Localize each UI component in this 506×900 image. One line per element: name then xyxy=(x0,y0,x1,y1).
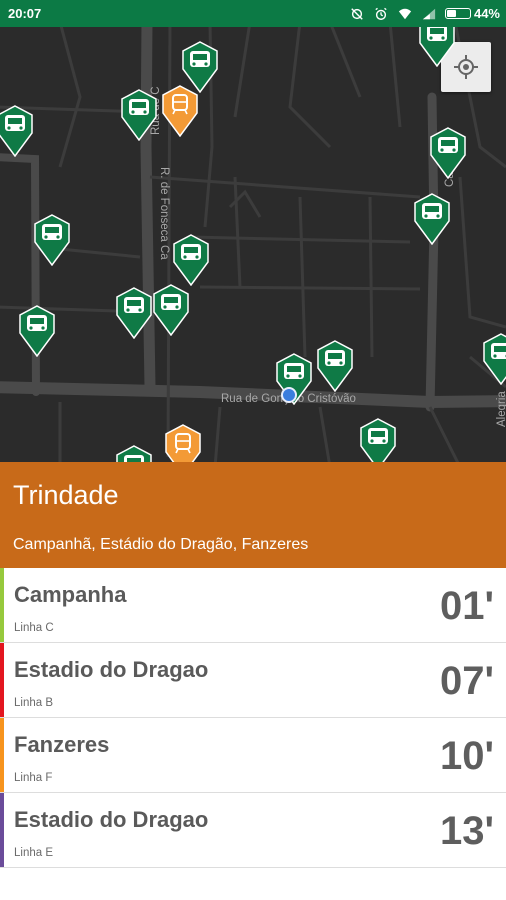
bus-stop-pin[interactable] xyxy=(152,284,190,337)
line-color-stripe xyxy=(0,793,4,867)
metro-stop-pin[interactable] xyxy=(161,85,199,138)
signal-icon xyxy=(422,8,436,19)
metro-stop-pin[interactable] xyxy=(164,424,202,462)
departure-eta: 10' xyxy=(439,734,494,778)
departure-line: Linha E xyxy=(14,847,54,859)
alarm-icon xyxy=(375,7,387,20)
departure-destination: Campanha xyxy=(14,582,127,607)
bus-icon xyxy=(414,193,450,246)
bus-icon xyxy=(430,127,466,180)
departure-destination: Estadio do Dragao xyxy=(14,807,209,832)
stop-destinations: Campanhã, Estádio do Dragão, Fanzeres xyxy=(13,536,309,553)
bus-stop-pin[interactable] xyxy=(33,214,71,267)
stop-name: Trindade xyxy=(13,480,119,510)
departure-line: Linha F xyxy=(14,772,53,784)
departure-eta: 13' xyxy=(439,809,494,853)
battery-indicator: 44% xyxy=(444,6,500,21)
metro-icon xyxy=(162,85,198,138)
departure-destination: Estadio do Dragao xyxy=(14,657,209,682)
bus-icon xyxy=(360,418,396,462)
bus-icon xyxy=(116,445,152,462)
bus-stop-pin[interactable] xyxy=(413,193,451,246)
bus-stop-pin[interactable] xyxy=(429,127,467,180)
bus-stop-pin[interactable] xyxy=(359,418,397,462)
bus-stop-pin[interactable] xyxy=(316,340,354,393)
status-time: 20:07 xyxy=(8,6,42,21)
bus-icon xyxy=(419,27,455,68)
street-label: Alegria xyxy=(496,391,506,427)
departure-eta: 07' xyxy=(439,659,494,703)
metro-icon xyxy=(165,424,201,462)
bus-stop-pin[interactable] xyxy=(0,105,34,158)
bus-icon xyxy=(121,89,157,142)
current-location-dot xyxy=(281,387,297,403)
line-color-stripe xyxy=(0,643,4,717)
bus-stop-pin[interactable] xyxy=(115,287,153,340)
departure-line: Linha B xyxy=(14,697,54,709)
bus-icon xyxy=(0,105,33,158)
departure-row[interactable]: Estadio do Dragao Linha E 13' xyxy=(0,793,506,868)
sync-off-icon xyxy=(351,7,363,20)
bus-icon xyxy=(19,305,55,358)
bus-stop-pin[interactable] xyxy=(115,445,153,462)
departure-eta: 01' xyxy=(439,584,494,628)
bus-icon xyxy=(483,333,506,386)
departure-line: Linha C xyxy=(14,622,54,634)
status-bar: 20:07 44% xyxy=(0,0,506,27)
stop-header: Trindade Campanhã, Estádio do Dragão, Fa… xyxy=(0,462,506,568)
bus-stop-pin[interactable] xyxy=(482,333,506,386)
line-color-stripe xyxy=(0,568,4,642)
bus-stop-pin[interactable] xyxy=(172,234,210,287)
street-label: R. de Fonseca Ca xyxy=(158,167,170,260)
bus-stop-pin[interactable] xyxy=(120,89,158,142)
bus-icon xyxy=(317,340,353,393)
departure-destination: Fanzeres xyxy=(14,732,110,757)
bus-icon xyxy=(153,284,189,337)
bus-icon xyxy=(116,287,152,340)
departure-row[interactable]: Campanha Linha C 01' xyxy=(0,568,506,643)
departure-row[interactable]: Estadio do Dragao Linha B 07' xyxy=(0,643,506,718)
battery-percent: 44% xyxy=(473,6,500,21)
line-color-stripe xyxy=(0,718,4,792)
departure-row[interactable]: Fanzeres Linha F 10' xyxy=(0,718,506,793)
map-view[interactable]: Rua de Gonçalo Cristóvão R. de Fonseca C… xyxy=(0,27,506,462)
bus-stop-pin[interactable] xyxy=(418,27,456,68)
wifi-icon xyxy=(398,8,412,19)
my-location-icon xyxy=(454,55,478,79)
bus-stop-pin[interactable] xyxy=(18,305,56,358)
departures-list: Campanha Linha C 01' Estadio do Dragao L… xyxy=(0,568,506,868)
battery-icon xyxy=(444,8,471,19)
bus-icon xyxy=(173,234,209,287)
bus-icon xyxy=(34,214,70,267)
